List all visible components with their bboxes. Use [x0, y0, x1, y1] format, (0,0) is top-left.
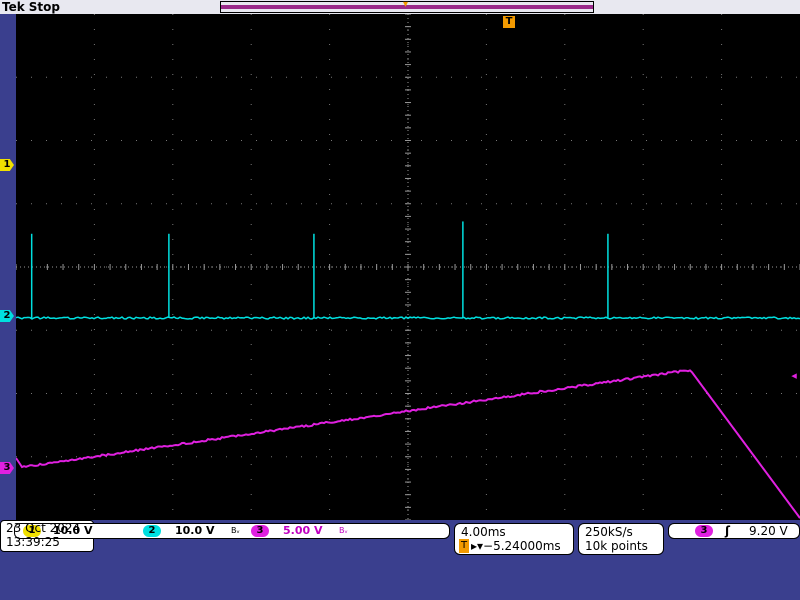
ch1-ground-marker[interactable]: 1 — [0, 159, 14, 171]
trigger-panel[interactable]: 3 ʃ 9.20 V — [668, 523, 800, 539]
bottom-readout-bar: 1 10.0 V 2 10.0 V Bᵥ 3 5.00 V Bᵥ 4.00ms … — [0, 520, 800, 600]
horizontal-panel[interactable]: 4.00ms T ▸▾−5.24000ms — [454, 523, 574, 555]
sample-rate: 250kS/s — [585, 525, 633, 539]
trigger-t-marker[interactable]: T — [503, 16, 515, 28]
ch3-scale: 5.00 V — [283, 524, 322, 538]
brand-status: Tek Stop — [2, 0, 60, 14]
ch3-bw-limit-icon: Bᵥ — [339, 525, 348, 537]
graticule — [16, 14, 800, 520]
date: 23 Oct 2024 — [6, 521, 80, 535]
trigger-level: 9.20 V — [749, 524, 788, 538]
ch2-chip[interactable]: 2 — [143, 525, 161, 537]
ch3-ground-marker[interactable]: 3 — [0, 462, 14, 474]
ch2-ground-marker[interactable]: 2 — [0, 310, 14, 322]
acquisition-state: Stop — [29, 0, 60, 14]
trigger-position-arrow-icon: ▾ — [403, 0, 408, 10]
top-status-bar: Tek Stop ▾ — [0, 0, 800, 14]
ch2-scale: 10.0 V — [175, 524, 214, 538]
trigger-source-chip: 3 — [695, 525, 713, 537]
time: 13:39:25 — [6, 535, 60, 549]
ch3-chip[interactable]: 3 — [251, 525, 269, 537]
waveform-display[interactable] — [16, 14, 800, 520]
timebase-readout: 4.00ms — [461, 525, 506, 539]
trigger-position-icon: T — [459, 539, 469, 553]
acquisition-panel[interactable]: 250kS/s 10k points — [578, 523, 664, 555]
ch2-bw-limit-icon: Bᵥ — [231, 525, 240, 537]
trigger-level-marker-icon[interactable]: ◂ — [788, 370, 800, 382]
record-length: 10k points — [585, 539, 648, 553]
brand-label: Tek — [2, 0, 25, 14]
horizontal-position: ▸▾−5.24000ms — [471, 539, 561, 553]
trigger-slope-icon: ʃ — [725, 524, 730, 538]
